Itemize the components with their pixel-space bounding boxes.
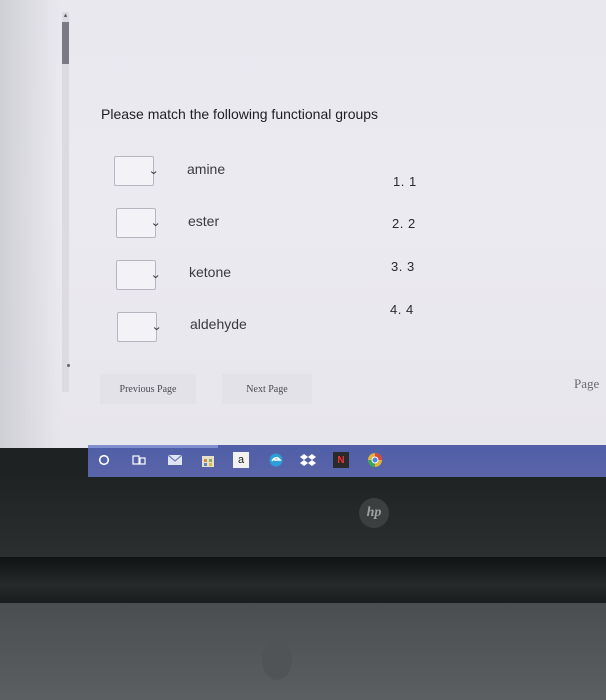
deck-reflection	[262, 640, 292, 680]
page-link[interactable]: Page	[574, 376, 599, 392]
hp-logo: hp	[359, 498, 389, 528]
laptop-deck	[0, 603, 606, 700]
taskbar-highlight	[88, 445, 218, 448]
question-title: Please match the following functional gr…	[101, 106, 379, 122]
option-item: 1. 1	[393, 174, 417, 189]
option-item: 2. 2	[392, 216, 416, 231]
term-label: amine	[187, 161, 226, 177]
laptop-hinge	[0, 557, 606, 603]
previous-page-button[interactable]: Previous Page	[100, 374, 196, 404]
browser-screen: ▴ Please match the following functional …	[0, 0, 606, 448]
option-item: 4. 4	[390, 302, 414, 317]
term-label: ester	[188, 213, 220, 229]
netflix-icon[interactable]: N	[333, 452, 349, 468]
chevron-down-icon: ⌄	[150, 269, 162, 281]
dropbox-icon[interactable]	[300, 452, 316, 468]
bezel-corner	[0, 448, 88, 477]
store-icon[interactable]	[200, 452, 216, 468]
mail-icon[interactable]	[167, 452, 183, 468]
next-page-button[interactable]: Next Page	[222, 374, 312, 404]
task-view-icon[interactable]	[131, 452, 147, 468]
amazon-icon[interactable]: a	[233, 452, 249, 468]
term-label: aldehyde	[190, 316, 247, 332]
match-select-aldehyde[interactable]: ⌄	[117, 312, 162, 342]
laptop-bezel	[0, 477, 606, 557]
chevron-down-icon: ⌄	[148, 165, 160, 177]
chrome-icon[interactable]	[367, 452, 383, 468]
scrollbar-thumb[interactable]	[62, 22, 69, 64]
match-select-ketone[interactable]: ⌄	[116, 260, 161, 290]
screen-glare	[0, 0, 60, 448]
chevron-down-icon: ⌄	[150, 217, 162, 229]
edge-icon[interactable]	[268, 452, 284, 468]
cursor-dot	[67, 364, 70, 367]
scroll-up-icon[interactable]: ▴	[62, 12, 69, 20]
term-label: ketone	[189, 264, 232, 280]
match-select-amine[interactable]: ⌄	[114, 156, 159, 186]
start-circle-icon[interactable]	[96, 452, 112, 468]
scrollbar-track[interactable]	[62, 12, 69, 392]
chevron-down-icon: ⌄	[151, 321, 163, 333]
option-item: 3. 3	[391, 259, 415, 274]
match-select-ester[interactable]: ⌄	[116, 208, 161, 238]
